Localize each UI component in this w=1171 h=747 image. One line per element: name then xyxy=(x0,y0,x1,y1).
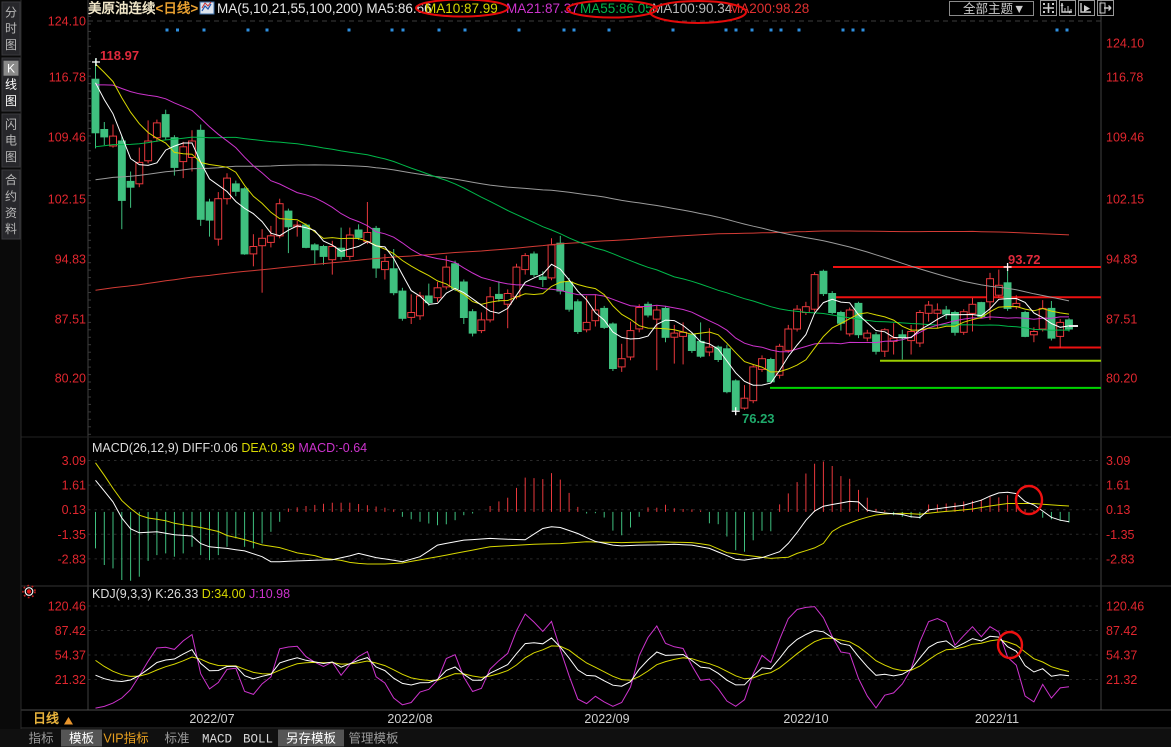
svg-text:约: 约 xyxy=(5,189,17,204)
svg-text:3.09: 3.09 xyxy=(1106,454,1130,468)
svg-text:图: 图 xyxy=(5,150,17,164)
svg-text:109.46: 109.46 xyxy=(48,131,86,145)
svg-text:模板: 模板 xyxy=(69,732,95,746)
svg-text:21.32: 21.32 xyxy=(55,673,86,687)
svg-text:54.37: 54.37 xyxy=(1106,649,1137,663)
svg-text:全部主题▼: 全部主题▼ xyxy=(963,1,1025,16)
svg-text:BOLL: BOLL xyxy=(243,733,273,747)
svg-text:102.15: 102.15 xyxy=(48,193,86,207)
svg-text:109.46: 109.46 xyxy=(1106,131,1144,145)
svg-text:0.13: 0.13 xyxy=(62,503,86,517)
svg-text:124.10: 124.10 xyxy=(1106,37,1144,51)
svg-text:3.09: 3.09 xyxy=(62,454,86,468)
svg-text:时: 时 xyxy=(5,22,17,36)
svg-text:1.61: 1.61 xyxy=(62,479,86,493)
svg-text:MA200:98.28: MA200:98.28 xyxy=(729,1,809,16)
svg-text:K: K xyxy=(7,61,15,75)
svg-text:料: 料 xyxy=(5,222,17,236)
svg-text:93.72: 93.72 xyxy=(1008,252,1041,267)
svg-text:87.51: 87.51 xyxy=(1106,313,1137,327)
svg-text:87.42: 87.42 xyxy=(1106,624,1137,638)
svg-text:94.83: 94.83 xyxy=(55,253,86,267)
svg-text:54.37: 54.37 xyxy=(55,649,86,663)
svg-text:VIP指标: VIP指标 xyxy=(103,731,148,746)
svg-text:1.61: 1.61 xyxy=(1106,479,1130,493)
svg-text:124.10: 124.10 xyxy=(48,15,86,29)
svg-text:0.13: 0.13 xyxy=(1106,503,1130,517)
svg-text:图: 图 xyxy=(5,94,17,108)
svg-text:合: 合 xyxy=(5,172,17,187)
svg-text:2022/08: 2022/08 xyxy=(387,712,432,726)
svg-text:2022/09: 2022/09 xyxy=(584,712,629,726)
svg-text:-2.83: -2.83 xyxy=(58,552,87,566)
svg-text:116.78: 116.78 xyxy=(49,71,86,85)
svg-text:MACD: MACD xyxy=(202,733,232,747)
svg-text:分: 分 xyxy=(5,5,17,19)
svg-text:图: 图 xyxy=(5,38,17,52)
svg-text:电: 电 xyxy=(5,134,17,148)
svg-text:118.97: 118.97 xyxy=(100,48,139,63)
svg-text:美原油连续<日线>: 美原油连续<日线> xyxy=(88,0,198,16)
svg-text:闪: 闪 xyxy=(5,117,17,131)
svg-text:21.32: 21.32 xyxy=(1106,673,1137,687)
svg-text:日线: 日线 xyxy=(33,711,59,726)
svg-text:80.20: 80.20 xyxy=(1106,372,1137,386)
svg-text:2022/07: 2022/07 xyxy=(189,712,234,726)
svg-text:116.78: 116.78 xyxy=(1106,71,1143,85)
svg-text:2022/11: 2022/11 xyxy=(975,712,1019,726)
svg-text:-2.83: -2.83 xyxy=(1106,552,1135,566)
svg-text:87.42: 87.42 xyxy=(55,624,86,638)
svg-text:另存模板: 另存模板 xyxy=(286,732,337,746)
svg-text:-1.35: -1.35 xyxy=(1106,528,1135,542)
svg-text:-1.35: -1.35 xyxy=(58,528,87,542)
svg-text:87.51: 87.51 xyxy=(55,313,86,327)
svg-text:120.46: 120.46 xyxy=(48,600,86,614)
svg-text:资: 资 xyxy=(5,206,17,220)
svg-text:MA(5,10,21,55,100,200) MA5:86.: MA(5,10,21,55,100,200) MA5:86.66 xyxy=(217,1,432,16)
svg-text:80.20: 80.20 xyxy=(55,372,86,386)
svg-text:KDJ(9,3,3) K:26.33 D:34.00 J:: KDJ(9,3,3) K:26.33 D:34.00 J:10.98 xyxy=(92,587,290,601)
svg-text:102.15: 102.15 xyxy=(1106,193,1144,207)
svg-text:76.23: 76.23 xyxy=(742,411,775,426)
svg-text:120.46: 120.46 xyxy=(1106,600,1144,614)
svg-text:指标: 指标 xyxy=(28,731,53,746)
svg-text:管理模板: 管理模板 xyxy=(348,731,399,746)
svg-text:线: 线 xyxy=(5,78,17,92)
svg-text:2022/10: 2022/10 xyxy=(783,712,828,726)
svg-text:94.83: 94.83 xyxy=(1106,253,1137,267)
svg-text:标准: 标准 xyxy=(164,732,189,746)
svg-text:MACD(26,12,9) DIFF:0.06 DEA:0.: MACD(26,12,9) DIFF:0.06 DEA:0.39 MACD:-0… xyxy=(92,441,367,455)
svg-text:MA10:87.99: MA10:87.99 xyxy=(425,1,498,16)
